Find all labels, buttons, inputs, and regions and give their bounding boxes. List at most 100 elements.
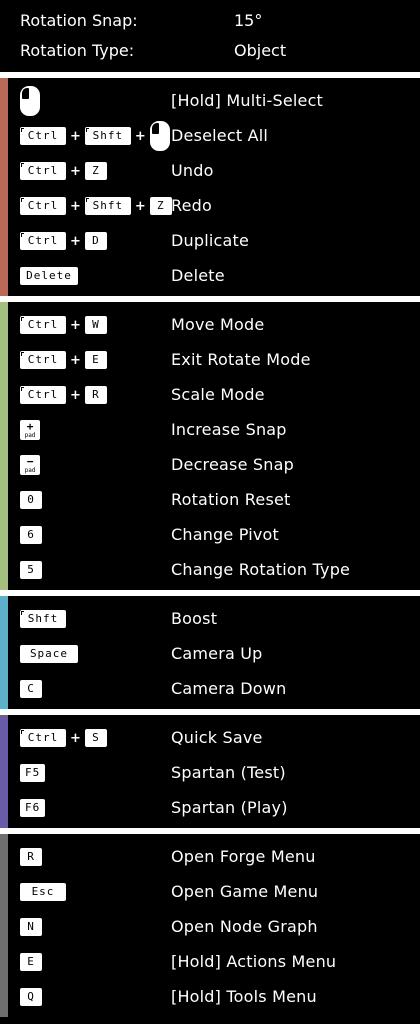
shortcut-action-label: Undo (171, 161, 214, 180)
keycap: D (84, 232, 107, 250)
numpad-key-icon: − pad (20, 455, 40, 475)
shortcut-action-label: Exit Rotate Mode (171, 350, 311, 369)
key-combo: 6 (20, 523, 42, 547)
shortcut-action-label: Camera Up (171, 644, 263, 663)
shortcut-action-label: Camera Down (171, 679, 287, 698)
setting-rotation-type: Rotation Type: Object (20, 36, 420, 66)
shortcut-action-label: Redo (171, 196, 212, 215)
keycap: E (84, 351, 107, 369)
setting-label: Rotation Type: (20, 41, 135, 60)
setting-value: 15° (234, 11, 263, 30)
section-save-play: Ctrl + S Quick Save F5 Spartan (Test) F6 Sparta… (0, 715, 420, 828)
key-combo: − pad (20, 453, 40, 477)
shortcut-row: C Camera Down (0, 672, 420, 707)
shortcut-row: Delete Delete (0, 259, 420, 294)
numpad-label: pad (24, 431, 36, 439)
plus-icon: + (134, 128, 146, 144)
shortcut-row: 5 Change Rotation Type (0, 553, 420, 588)
shortcut-action-label: Open Forge Menu (171, 847, 316, 866)
keycap: Z (149, 197, 172, 215)
shortcut-action-label: Deselect All (171, 126, 269, 145)
key-combo: Ctrl + Z (20, 159, 107, 183)
shortcut-action-label: [Hold] Tools Menu (171, 987, 317, 1006)
key-combo: Ctrl + R (20, 383, 107, 407)
shortcut-row: Ctrl + Z Undo (0, 154, 420, 189)
shortcut-row: Shft Boost (0, 602, 420, 637)
key-combo: Ctrl + Shft + Z (20, 194, 172, 218)
key-combo: Ctrl + W (20, 313, 107, 337)
shortcut-row: Ctrl + W Move Mode (0, 308, 420, 343)
keycap: Ctrl (20, 729, 66, 747)
keycap: Q (20, 988, 42, 1006)
keycap: Ctrl (20, 386, 66, 404)
keycap: N (20, 918, 42, 936)
shortcut-row: Ctrl + D Duplicate (0, 224, 420, 259)
shortcut-row: Ctrl + E Exit Rotate Mode (0, 343, 420, 378)
shortcut-row: Space Camera Up (0, 637, 420, 672)
shortcut-row: + pad Increase Snap (0, 413, 420, 448)
shortcut-action-label: Spartan (Test) (171, 763, 286, 782)
shortcut-action-label: Open Game Menu (171, 882, 319, 901)
key-combo: Esc (20, 880, 66, 904)
plus-icon: + (70, 730, 81, 746)
keycap: Shft (20, 610, 66, 628)
section-editing: [Hold] Multi-Select Ctrl + Shft + Deselect Al… (0, 78, 420, 296)
shortcut-row: Ctrl + S Quick Save (0, 721, 420, 756)
shortcut-action-label: Boost (171, 609, 218, 628)
shortcut-action-label: Quick Save (171, 728, 263, 747)
numpad-key-icon: + pad (20, 420, 40, 440)
shortcut-row: N Open Node Graph (0, 910, 420, 945)
setting-label: Rotation Snap: (20, 11, 138, 30)
keycap: Ctrl (20, 127, 66, 145)
plus-icon: + (70, 317, 81, 333)
shortcut-action-label: Duplicate (171, 231, 250, 250)
plus-icon: + (70, 352, 81, 368)
section-camera: Shft Boost Space Camera Up C Camera Down (0, 596, 420, 709)
key-combo: Shft (20, 607, 66, 631)
keycap: 5 (20, 561, 42, 579)
keycap: W (84, 316, 107, 334)
shortcut-row: Esc Open Game Menu (0, 875, 420, 910)
plus-icon: + (134, 198, 146, 214)
keycap: Z (84, 162, 107, 180)
key-combo (20, 86, 40, 116)
shortcut-row: E [Hold] Actions Menu (0, 945, 420, 980)
keycap: Ctrl (20, 197, 66, 215)
shortcut-action-label: Delete (171, 266, 225, 285)
key-combo: E (20, 950, 42, 974)
keycap: Ctrl (20, 351, 66, 369)
keycap: Ctrl (20, 316, 66, 334)
shortcut-row: Ctrl + R Scale Mode (0, 378, 420, 413)
key-combo: R (20, 845, 42, 869)
keycap: C (20, 680, 42, 698)
shortcut-action-label: Change Rotation Type (171, 560, 351, 579)
shortcut-row: 0 Rotation Reset (0, 483, 420, 518)
keycap: Shft (84, 197, 131, 215)
keycap: Ctrl (20, 232, 66, 250)
key-combo: F5 (20, 761, 46, 785)
settings-panel: Rotation Snap: 15° Rotation Type: Object (0, 0, 420, 72)
plus-icon: + (70, 163, 81, 179)
key-combo: Ctrl + D (20, 229, 107, 253)
shortcut-list: [Hold] Multi-Select Ctrl + Shft + Deselect Al… (0, 72, 420, 1017)
shortcut-action-label: Open Node Graph (171, 917, 318, 936)
key-combo: 5 (20, 558, 42, 582)
key-combo: + pad (20, 418, 40, 442)
shortcut-row: F6 Spartan (Play) (0, 791, 420, 826)
keycap: S (84, 729, 107, 747)
shortcut-row: 6 Change Pivot (0, 518, 420, 553)
keycap: Esc (20, 883, 66, 901)
numpad-symbol: − (26, 454, 34, 468)
plus-icon: + (70, 387, 81, 403)
shortcut-row: − pad Decrease Snap (0, 448, 420, 483)
key-combo: Space (20, 642, 78, 666)
shortcut-action-label: Move Mode (171, 315, 265, 334)
keycap: F5 (20, 764, 46, 782)
shortcut-action-label: Scale Mode (171, 385, 265, 404)
key-combo: Q (20, 985, 42, 1009)
shortcut-action-label: Change Pivot (171, 525, 280, 544)
shortcut-row: Q [Hold] Tools Menu (0, 980, 420, 1015)
shortcut-row: Ctrl + Shft + Z Redo (0, 189, 420, 224)
shortcut-row: Ctrl + Shft + Deselect All (0, 119, 420, 154)
keycap: 0 (20, 491, 42, 509)
